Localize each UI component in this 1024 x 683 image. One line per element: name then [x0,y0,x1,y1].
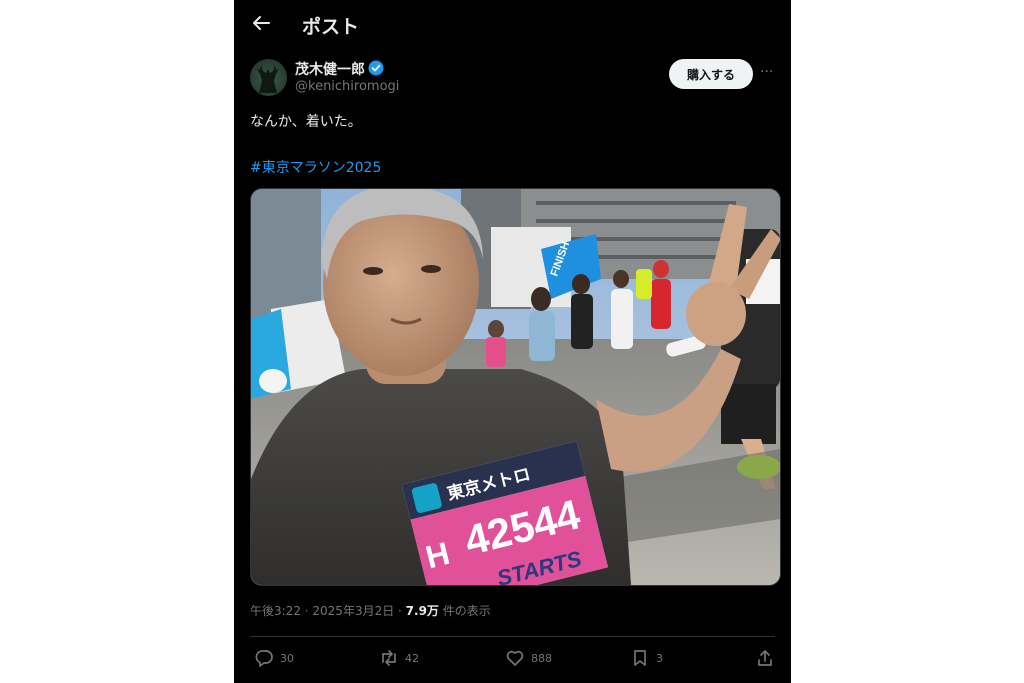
verified-badge-icon [368,60,384,76]
bookmark-count: 3 [656,651,663,665]
bookmark-icon [634,650,646,666]
repost-count: 42 [405,651,419,665]
marathon-selfie-image: FINISH 東京メトロ H 42544 STARTS [251,189,780,585]
reply-icon [255,650,273,667]
bookmark-button[interactable]: 3 [630,647,663,669]
post-time[interactable]: 午後3:22 [250,604,301,618]
like-button[interactable]: 888 [505,647,552,669]
repost-icon [382,650,396,666]
post-panel: ポスト 茂木健一郎 @kenichiromogi 購入する ··· なんか、着い… [234,0,791,683]
reply-count: 30 [280,651,294,665]
user-handle[interactable]: @kenichiromogi [295,79,399,94]
avatar[interactable] [250,59,287,96]
repost-button[interactable]: 42 [379,647,419,669]
more-options-button[interactable]: ··· [760,64,780,82]
page-header: ポスト [234,0,791,48]
share-icon [758,650,772,666]
post-photo[interactable]: FINISH 東京メトロ H 42544 STARTS [250,188,781,586]
page-title: ポスト [302,16,360,38]
view-count: 7.9万 [405,604,439,618]
buy-button[interactable]: 購入する [669,59,753,89]
divider [250,636,775,637]
post-meta: 午後3:22 · 2025年3月2日 · 7.9万 件の表示 [250,604,491,618]
share-button[interactable] [755,647,781,669]
user-display-name[interactable]: 茂木健一郎 [295,59,365,79]
reply-button[interactable]: 30 [254,647,294,669]
arrow-left-icon [253,16,270,30]
post-date[interactable]: 2025年3月2日 [312,604,394,618]
back-button[interactable] [248,10,274,36]
heart-icon [506,650,524,666]
view-count-label: 件の表示 [442,604,491,618]
deer-silhouette-icon [257,65,279,93]
hashtag-link[interactable]: #東京マラソン2025 [250,157,381,177]
post-text: なんか、着いた。 [250,114,362,130]
like-count: 888 [531,651,552,665]
